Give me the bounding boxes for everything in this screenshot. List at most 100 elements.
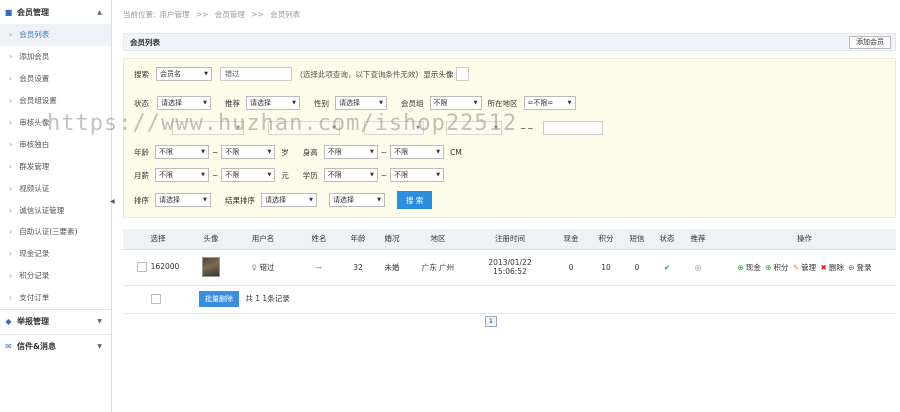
action-cash[interactable]: 现金 bbox=[746, 263, 761, 272]
sidebar-item[interactable]: › 现金记录 bbox=[0, 243, 111, 265]
sort-label: 排序 bbox=[134, 195, 149, 205]
sidebar-group-label: 信件&消息 bbox=[17, 342, 56, 352]
column-header: 婚况 bbox=[375, 229, 409, 250]
login-icon: ⊖ bbox=[848, 262, 855, 272]
salary-from-select[interactable]: 不限 ▼ bbox=[155, 168, 209, 182]
search-button[interactable]: 搜 索 bbox=[397, 191, 433, 209]
sort-order-select[interactable]: 请选择 ▼ bbox=[329, 193, 385, 207]
add-member-button[interactable]: 添加会员 bbox=[849, 36, 891, 49]
search-field-select[interactable]: 会员名 ▼ bbox=[156, 67, 212, 81]
sidebar-item[interactable]: › 会员列表 bbox=[0, 24, 111, 46]
sidebar-item[interactable]: › 支付订单 bbox=[0, 287, 111, 309]
show-avatar-input[interactable] bbox=[456, 67, 470, 81]
search-input[interactable]: 错过 bbox=[220, 67, 292, 81]
sidebar-group-member[interactable]: ■ 会员管理 ▲ bbox=[0, 0, 111, 24]
column-header: 短信 bbox=[623, 229, 651, 250]
range-dash: ~ bbox=[380, 170, 388, 180]
range-dash: ~ bbox=[520, 123, 527, 133]
edu-label: 学历 bbox=[302, 170, 318, 180]
group-select[interactable]: 不限 ▼ bbox=[429, 96, 482, 110]
sidebar-item-label: 会员列表 bbox=[19, 30, 50, 40]
member-table: 选择 头像 用户名 姓名 年龄 婚况 地区 注册时间 现金 积分 短信 状态 推荐 操作 162000 ♀… bbox=[123, 229, 896, 314]
region-select[interactable]: =不限= ▼ bbox=[523, 96, 576, 110]
column-header: 头像 bbox=[193, 229, 229, 250]
age-to-select[interactable]: 不限 ▼ bbox=[221, 145, 276, 159]
reg-date: 2013/01/22 bbox=[488, 258, 532, 267]
sidebar-item[interactable]: › 会员设置 bbox=[0, 68, 111, 90]
chevron-right-icon: › bbox=[9, 74, 13, 84]
bulk-delete-button[interactable]: 批量删除 bbox=[199, 291, 239, 307]
sms-cell: 0 bbox=[623, 249, 651, 286]
chevron-right-icon: › bbox=[9, 139, 13, 149]
action-login[interactable]: 登录 bbox=[857, 263, 872, 272]
sidebar-item-label: 视频认证 bbox=[19, 183, 50, 193]
row-checkbox[interactable] bbox=[136, 262, 147, 272]
column-header: 地区 bbox=[409, 229, 467, 250]
sidebar-item[interactable]: › 自助认证(三要素) bbox=[0, 221, 111, 243]
status-select[interactable]: 请选择 ▼ bbox=[157, 96, 211, 110]
pagination-page[interactable]: 1 bbox=[485, 316, 497, 327]
sidebar-group-label: 会员管理 bbox=[17, 7, 49, 17]
breadcrumb-l3: 会员列表 bbox=[270, 10, 301, 19]
action-points[interactable]: 积分 bbox=[773, 263, 788, 272]
sidebar-item-label: 会员设置 bbox=[19, 74, 50, 84]
sidebar-item-label: 审核独白 bbox=[19, 139, 50, 149]
edu-from-select[interactable]: 不限 ▼ bbox=[323, 168, 378, 182]
sidebar-group-mail[interactable]: ✉ 信件&消息 ▼ bbox=[0, 335, 111, 359]
height-to-select[interactable]: 不限 ▼ bbox=[390, 145, 445, 159]
column-header: 状态 bbox=[651, 229, 683, 250]
chevron-right-icon: › bbox=[9, 52, 13, 62]
name-cell: -- bbox=[297, 249, 341, 286]
sidebar-group-report[interactable]: ◆ 举报管理 ▼ bbox=[0, 310, 111, 334]
edu-to-select[interactable]: 不限 ▼ bbox=[390, 168, 445, 182]
height-unit: CM bbox=[450, 147, 462, 157]
age-from-select[interactable]: 不限 ▼ bbox=[155, 145, 209, 159]
sidebar-item[interactable]: › 审核独白 bbox=[0, 133, 111, 155]
sidebar-item[interactable]: › 群发管理 bbox=[0, 155, 111, 177]
panel-title: 会员列表 bbox=[130, 37, 160, 47]
range-dash: ~ bbox=[212, 147, 219, 157]
action-manage[interactable]: 管理 bbox=[801, 263, 816, 272]
breadcrumb-l1[interactable]: 用户管理 bbox=[160, 10, 190, 19]
sidebar-item[interactable]: › 诚信认证管理 bbox=[0, 199, 111, 221]
sidebar-item-label: 现金记录 bbox=[19, 249, 50, 259]
username-link[interactable]: 错过 bbox=[259, 263, 274, 272]
points-add-icon: ⊕ bbox=[765, 262, 772, 272]
sidebar-item-label: 添加会员 bbox=[19, 52, 50, 62]
status-ok-icon[interactable]: ✔ bbox=[664, 263, 670, 272]
column-header: 姓名 bbox=[297, 229, 341, 250]
height-label: 身高 bbox=[302, 147, 318, 157]
breadcrumb-l2[interactable]: 会员管理 bbox=[215, 10, 245, 19]
collapse-sidebar-icon[interactable]: ◀ bbox=[110, 198, 116, 210]
sidebar-item[interactable]: › 添加会员 bbox=[0, 46, 111, 68]
avatar[interactable] bbox=[202, 257, 220, 277]
recommend-icon[interactable]: ◎ bbox=[695, 263, 702, 272]
salary-to-select[interactable]: 不限 ▼ bbox=[221, 168, 276, 182]
date-to-input[interactable] bbox=[542, 121, 603, 135]
height-from-select[interactable]: 不限 ▼ bbox=[323, 145, 378, 159]
sidebar: ■ 会员管理 ▲ › 会员列表 › 添加会员 › 会员设置 › 会员组设置 › 审核头像 › 审核独白… bbox=[0, 0, 112, 412]
reg-time: 15:06:52 bbox=[493, 267, 527, 276]
cash-add-icon: ⊕ bbox=[737, 262, 744, 272]
sidebar-item-label: 群发管理 bbox=[19, 161, 50, 171]
range-dash: ~ bbox=[380, 147, 388, 157]
sidebar-item[interactable]: › 会员组设置 bbox=[0, 90, 111, 112]
breadcrumb-sep: >> bbox=[195, 10, 209, 19]
breadcrumb: 当前位置: 用户管理 >> 会员管理 >> 会员列表 bbox=[123, 9, 304, 20]
column-header: 积分 bbox=[589, 229, 623, 250]
range-dash: ~ bbox=[527, 123, 534, 133]
column-header: 现金 bbox=[553, 229, 589, 250]
select-all-checkbox[interactable] bbox=[151, 294, 161, 304]
sort-select[interactable]: 请选择 ▼ bbox=[155, 193, 211, 207]
result-sort-label: 结果排序 bbox=[225, 195, 255, 205]
gender-select[interactable]: 请选择 ▼ bbox=[335, 96, 387, 110]
sidebar-item[interactable]: › 视频认证 bbox=[0, 177, 111, 199]
chevron-right-icon: › bbox=[9, 30, 13, 40]
result-sort-select[interactable]: 请选择 ▼ bbox=[261, 193, 317, 207]
recommend-select[interactable]: 请选择 ▼ bbox=[246, 96, 300, 110]
action-delete[interactable]: 删除 bbox=[829, 263, 844, 272]
region-label: 所在地区 bbox=[487, 98, 518, 108]
sidebar-item[interactable]: › 积分记录 bbox=[0, 265, 111, 287]
table-row: 162000 ♀ 错过 -- 32 未婚 广东 广州 2013/01/22 15:… bbox=[123, 249, 896, 286]
chevron-up-icon: ▲ bbox=[97, 8, 102, 16]
